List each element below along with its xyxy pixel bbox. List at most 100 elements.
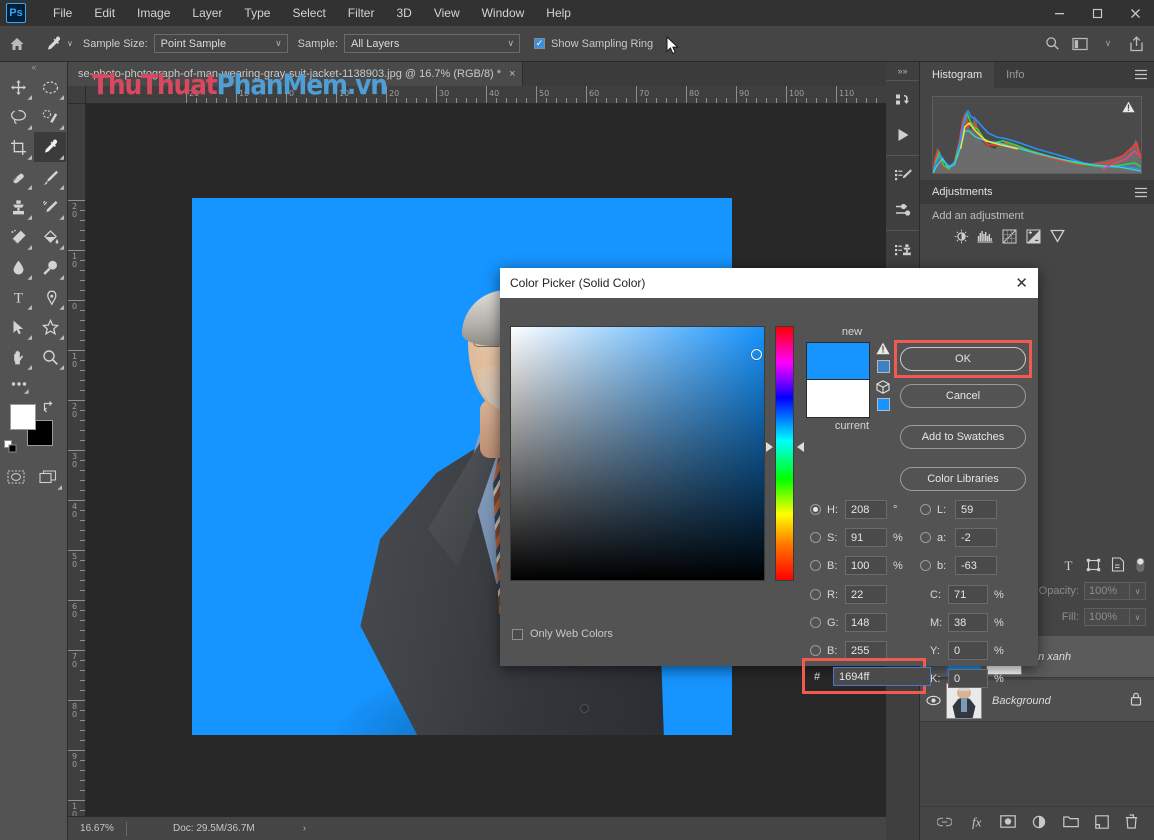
new-color-swatch[interactable]: [806, 342, 870, 380]
menu-select[interactable]: Select: [281, 0, 336, 26]
screen-mode-icon[interactable]: ◢: [32, 462, 64, 492]
home-icon[interactable]: [0, 27, 34, 61]
move-tool[interactable]: ◢: [2, 72, 34, 102]
play-icon[interactable]: [886, 118, 920, 152]
chevron-down-icon[interactable]: ∨: [1130, 608, 1146, 626]
zoom-level[interactable]: 16.67%: [68, 823, 126, 834]
eraser-tool[interactable]: ◢: [2, 222, 34, 252]
elliptical-marquee-tool[interactable]: ◢: [34, 72, 66, 102]
new-layer-icon[interactable]: [1095, 815, 1109, 829]
quick-mask-icon[interactable]: [0, 462, 32, 492]
menu-view[interactable]: View: [423, 0, 471, 26]
adjustment-layer-icon[interactable]: [1032, 815, 1047, 829]
menu-3d[interactable]: 3D: [385, 0, 422, 26]
status-menu-arrow-icon[interactable]: ›: [303, 823, 306, 834]
menu-layer[interactable]: Layer: [181, 0, 233, 26]
lock-icon[interactable]: [1130, 692, 1142, 709]
text-layer-filter-icon[interactable]: T: [1061, 558, 1076, 575]
blue-radio[interactable]: [810, 645, 821, 656]
saturation-input[interactable]: 91: [845, 528, 887, 547]
yellow-input[interactable]: 0: [948, 641, 988, 660]
web-safe-color-chip[interactable]: [877, 398, 890, 411]
custom-shape-tool[interactable]: ◢: [34, 312, 66, 342]
brightness-radio[interactable]: [810, 560, 821, 571]
saturation-radio[interactable]: [810, 532, 821, 543]
swap-colors-icon[interactable]: [42, 400, 55, 416]
crop-tool[interactable]: ◢: [2, 132, 34, 162]
vertical-ruler[interactable]: 20100102030405060708090100110120: [68, 104, 86, 816]
levels-icon[interactable]: [974, 226, 996, 246]
out-of-gamut-warning-icon[interactable]: [876, 342, 890, 358]
lab-a-radio[interactable]: [920, 532, 931, 543]
chevron-down-icon[interactable]: ∨: [1094, 31, 1122, 57]
menu-image[interactable]: Image: [126, 0, 181, 26]
vibrance-icon[interactable]: [1046, 226, 1068, 246]
default-colors-icon[interactable]: [4, 440, 18, 457]
quick-selection-tool[interactable]: ◢: [34, 102, 66, 132]
minimize-button[interactable]: [1040, 0, 1078, 26]
type-tool[interactable]: T ◢: [2, 282, 34, 312]
clone-source-icon[interactable]: [886, 234, 920, 268]
properties-brush-icon[interactable]: [886, 159, 920, 193]
lab-a-input[interactable]: -2: [955, 528, 997, 547]
share-icon[interactable]: [1122, 31, 1150, 57]
fill-value[interactable]: 100%: [1084, 608, 1130, 626]
green-radio[interactable]: [810, 617, 821, 628]
non-web-safe-icon[interactable]: [876, 380, 890, 397]
hue-slider-handle-right[interactable]: [797, 442, 804, 452]
hue-slider[interactable]: [775, 326, 794, 581]
cancel-button[interactable]: Cancel: [900, 384, 1026, 408]
only-web-colors-checkbox[interactable]: Only Web Colors: [512, 628, 613, 640]
menu-file[interactable]: File: [42, 0, 83, 26]
libraries-icon[interactable]: [886, 84, 920, 118]
panel-menu-icon[interactable]: [1134, 69, 1148, 83]
black-input[interactable]: 0: [948, 669, 988, 688]
red-input[interactable]: 22: [845, 585, 887, 604]
curves-icon[interactable]: [998, 226, 1020, 246]
menu-window[interactable]: Window: [471, 0, 536, 26]
workspace-icon[interactable]: [1066, 31, 1094, 57]
sample-size-select[interactable]: Point Sample ∨: [154, 34, 288, 53]
maximize-button[interactable]: [1078, 0, 1116, 26]
clone-stamp-tool[interactable]: ◢: [2, 192, 34, 222]
current-color-swatch[interactable]: [806, 380, 870, 418]
hand-tool[interactable]: ◢: [2, 342, 34, 372]
pen-tool[interactable]: ◢: [34, 282, 66, 312]
new-group-icon[interactable]: [1063, 815, 1079, 828]
toolbar-grip[interactable]: «: [0, 62, 67, 72]
tab-info[interactable]: Info: [994, 62, 1036, 88]
link-layers-icon[interactable]: [937, 817, 952, 827]
magenta-input[interactable]: 38: [948, 613, 988, 632]
paint-bucket-tool[interactable]: ◢: [34, 222, 66, 252]
path-selection-tool[interactable]: ◢: [2, 312, 34, 342]
layer-mask-icon[interactable]: [1000, 815, 1016, 828]
brightness-input[interactable]: 100: [845, 556, 887, 575]
layer-style-icon[interactable]: fx: [968, 815, 984, 829]
menu-edit[interactable]: Edit: [83, 0, 126, 26]
lasso-tool[interactable]: ◢: [2, 102, 34, 132]
lab-b-input[interactable]: -63: [955, 556, 997, 575]
eyedropper-icon[interactable]: [40, 31, 66, 57]
opacity-value[interactable]: 100%: [1084, 582, 1130, 600]
histogram-plot[interactable]: [932, 96, 1142, 174]
panel-menu-icon[interactable]: [1134, 187, 1148, 201]
green-input[interactable]: 148: [845, 613, 887, 632]
close-button[interactable]: [1116, 0, 1154, 26]
menu-help[interactable]: Help: [535, 0, 582, 26]
edit-toolbar-icon[interactable]: ◢: [0, 372, 68, 398]
show-sampling-ring-checkbox[interactable]: ✓ Show Sampling Ring: [534, 38, 653, 50]
dodge-tool[interactable]: ◢: [34, 252, 66, 282]
ok-button[interactable]: OK: [900, 347, 1026, 371]
lab-l-input[interactable]: 59: [955, 500, 997, 519]
history-brush-tool[interactable]: ◢: [34, 192, 66, 222]
healing-brush-tool[interactable]: ◢: [2, 162, 34, 192]
shape-layer-filter-icon[interactable]: [1086, 558, 1101, 575]
color-picker-dialog[interactable]: Color Picker (Solid Color) ✕ new current…: [500, 268, 1038, 666]
chevron-down-icon[interactable]: ∨: [1130, 582, 1146, 600]
close-icon[interactable]: ×: [509, 68, 515, 80]
tool-preset-chevron-down-icon[interactable]: ∨: [67, 39, 73, 48]
smart-object-filter-icon[interactable]: [1111, 557, 1125, 575]
hue-input[interactable]: 208: [845, 500, 887, 519]
lab-l-radio[interactable]: [920, 504, 931, 515]
out-of-gamut-color-chip[interactable]: [877, 360, 890, 373]
